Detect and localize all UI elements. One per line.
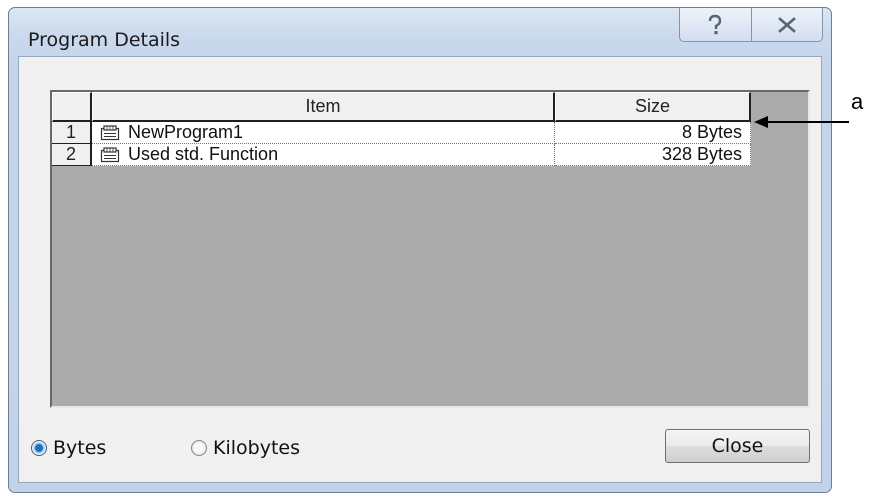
callout-label: a: [851, 89, 864, 114]
callout-arrow: [754, 116, 849, 128]
